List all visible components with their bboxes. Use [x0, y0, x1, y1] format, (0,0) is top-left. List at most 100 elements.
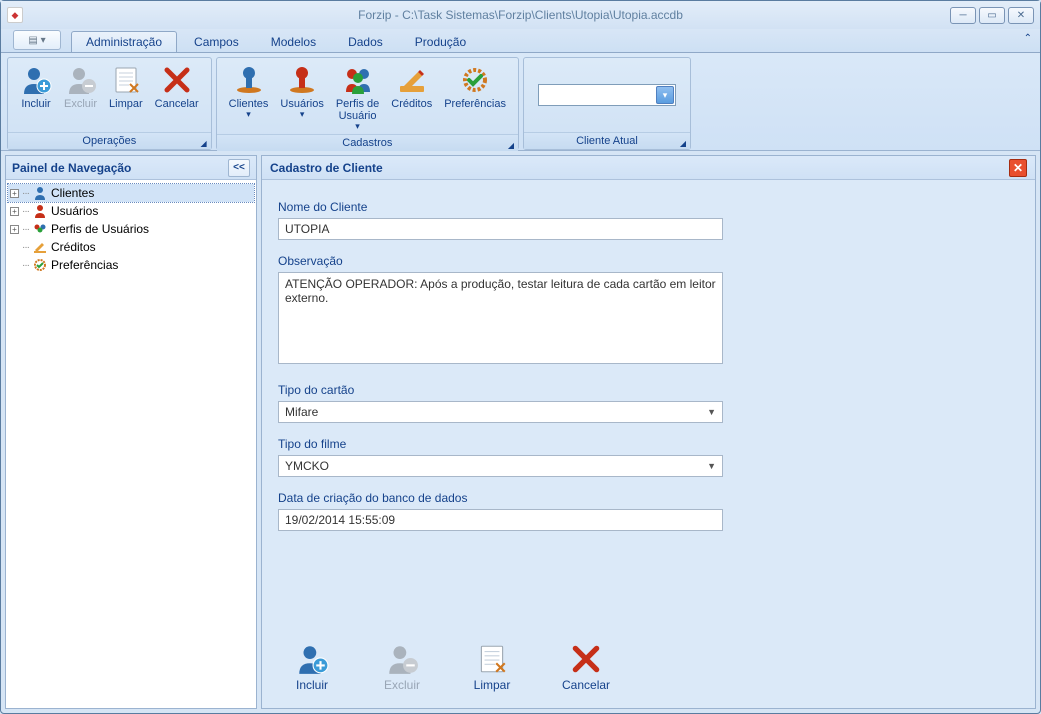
collapse-panel-button[interactable]: <<: [228, 159, 250, 177]
main-panel-header: Cadastro de Cliente ✕: [262, 156, 1035, 180]
chevron-down-icon: ▼: [707, 461, 716, 471]
minimize-button[interactable]: ─: [950, 7, 976, 24]
ribbon-group-operacoes: Incluir Excluir Limpar Cancelar: [7, 57, 212, 150]
ribbon-preferencias-button[interactable]: Preferências: [438, 62, 512, 134]
pencil-credit-icon: [396, 64, 428, 96]
collapse-ribbon-icon[interactable]: ⌃: [1024, 33, 1032, 44]
tree-item-label: Clientes: [51, 186, 94, 200]
chevron-down-icon: ▾: [246, 110, 251, 120]
group-launcher-icon[interactable]: ◢: [680, 139, 686, 148]
tree-item-creditos[interactable]: ··· Créditos: [8, 238, 254, 256]
navigation-panel: Painel de Navegação << + ··· Clientes + …: [5, 155, 257, 709]
label-tipo-filme: Tipo do filme: [278, 437, 723, 451]
chevron-down-icon: ▼: [707, 407, 716, 417]
action-limpar-label: Limpar: [474, 678, 511, 692]
ribbon-group-cadastros: Clientes ▾ Usuários ▾ Perfis de Usuário …: [216, 57, 519, 150]
observacao-textarea[interactable]: ATENÇÃO OPERADOR: Após a produção, testa…: [278, 272, 723, 364]
clear-document-icon: [475, 642, 509, 676]
ribbon-excluir-label: Excluir: [64, 98, 97, 110]
close-panel-button[interactable]: ✕: [1009, 159, 1027, 177]
tree-item-clientes[interactable]: + ··· Clientes: [8, 184, 254, 202]
ribbon-usuarios-button[interactable]: Usuários ▾: [274, 62, 329, 134]
tab-dados[interactable]: Dados: [333, 31, 398, 52]
gear-check-icon: [459, 64, 491, 96]
ribbon-tabs: ▤ ▾ Administração Campos Modelos Dados P…: [1, 29, 1040, 53]
gear-check-icon: [32, 257, 48, 273]
ribbon-perfis-label: Perfis de Usuário: [336, 98, 379, 122]
clear-document-icon: [110, 64, 142, 96]
action-limpar-button[interactable]: Limpar: [462, 638, 522, 696]
chevron-down-icon: ▾: [656, 86, 674, 104]
navigation-panel-header: Painel de Navegação <<: [6, 156, 256, 180]
stamp-person-red-icon: [286, 64, 318, 96]
label-nome: Nome do Cliente: [278, 200, 723, 214]
pencil-credit-icon: [32, 239, 48, 255]
cancel-x-icon: [569, 642, 603, 676]
main-panel-title: Cadastro de Cliente: [270, 161, 383, 175]
tree-item-label: Perfis de Usuários: [51, 222, 149, 236]
expand-icon[interactable]: +: [10, 207, 19, 216]
window-title: Forzip - C:\Task Sistemas\Forzip\Clients…: [358, 8, 683, 22]
person-add-icon: [295, 642, 329, 676]
tipo-cartao-value: Mifare: [285, 405, 318, 419]
ribbon-incluir-label: Incluir: [21, 98, 50, 110]
ribbon-excluir-button: Excluir: [58, 62, 103, 132]
ribbon-preferencias-label: Preferências: [444, 98, 506, 110]
ribbon-cancelar-button[interactable]: Cancelar: [149, 62, 205, 132]
tab-producao[interactable]: Produção: [400, 31, 481, 52]
tree-item-usuarios[interactable]: + ··· Usuários: [8, 202, 254, 220]
people-group-icon: [342, 64, 374, 96]
tab-modelos[interactable]: Modelos: [256, 31, 331, 52]
stamp-person-icon: [233, 64, 265, 96]
chevron-down-icon: ▾: [300, 110, 305, 120]
tab-administracao[interactable]: Administração: [71, 31, 177, 52]
expand-icon[interactable]: +: [10, 225, 19, 234]
chevron-down-icon: ▾: [355, 122, 360, 132]
ribbon-group-cliente-atual: ▾ Cliente Atual ◢: [523, 57, 691, 150]
tree-item-preferencias[interactable]: ··· Preferências: [8, 256, 254, 274]
ribbon-creditos-button[interactable]: Créditos: [385, 62, 438, 134]
ribbon-clientes-button[interactable]: Clientes ▾: [223, 62, 275, 134]
form-actions: Incluir Excluir Limpar Cancelar: [278, 630, 1019, 700]
ribbon-group-operacoes-label: Operações: [82, 135, 136, 147]
tipo-filme-combo[interactable]: YMCKO ▼: [278, 455, 723, 477]
ribbon: Incluir Excluir Limpar Cancelar: [1, 53, 1040, 151]
tree-item-label: Usuários: [51, 204, 98, 218]
maximize-button[interactable]: ▭: [979, 7, 1005, 24]
ribbon-group-cliente-atual-label: Cliente Atual: [576, 135, 638, 147]
tree-item-label: Preferências: [51, 258, 118, 272]
person-remove-icon: [385, 642, 419, 676]
client-form: Nome do Cliente Observação ATENÇÃO OPERA…: [262, 180, 1035, 708]
action-incluir-button[interactable]: Incluir: [282, 638, 342, 696]
quick-access-menu[interactable]: ▤ ▾: [13, 30, 61, 50]
person-remove-icon: [65, 64, 97, 96]
group-launcher-icon[interactable]: ◢: [201, 139, 207, 148]
data-criacao-input[interactable]: [278, 509, 723, 531]
ribbon-group-cadastros-label: Cadastros: [342, 137, 392, 149]
action-cancelar-label: Cancelar: [562, 678, 610, 692]
ribbon-perfis-button[interactable]: Perfis de Usuário ▾: [330, 62, 385, 134]
tipo-cartao-combo[interactable]: Mifare ▼: [278, 401, 723, 423]
action-cancelar-button[interactable]: Cancelar: [552, 638, 620, 696]
workspace: Painel de Navegação << + ··· Clientes + …: [1, 151, 1040, 713]
ribbon-limpar-button[interactable]: Limpar: [103, 62, 149, 132]
navigation-tree[interactable]: + ··· Clientes + ··· Usuários + ··· Perf…: [6, 180, 256, 708]
navigation-panel-title: Painel de Navegação: [12, 161, 131, 175]
tab-campos[interactable]: Campos: [179, 31, 254, 52]
label-data-criacao: Data de criação do banco de dados: [278, 491, 723, 505]
app-icon: ◆: [7, 7, 23, 23]
expand-icon[interactable]: +: [10, 189, 19, 198]
person-red-icon: [32, 203, 48, 219]
group-launcher-icon[interactable]: ◢: [508, 141, 514, 150]
tree-item-perfis[interactable]: + ··· Perfis de Usuários: [8, 220, 254, 238]
nome-cliente-input[interactable]: [278, 218, 723, 240]
cancel-x-icon: [161, 64, 193, 96]
close-window-button[interactable]: ✕: [1008, 7, 1034, 24]
title-bar: ◆ Forzip - C:\Task Sistemas\Forzip\Clien…: [1, 1, 1040, 29]
person-blue-icon: [32, 185, 48, 201]
ribbon-incluir-button[interactable]: Incluir: [14, 62, 58, 132]
action-incluir-label: Incluir: [296, 678, 328, 692]
ribbon-limpar-label: Limpar: [109, 98, 143, 110]
action-excluir-button: Excluir: [372, 638, 432, 696]
cliente-atual-combo[interactable]: ▾: [538, 84, 676, 106]
